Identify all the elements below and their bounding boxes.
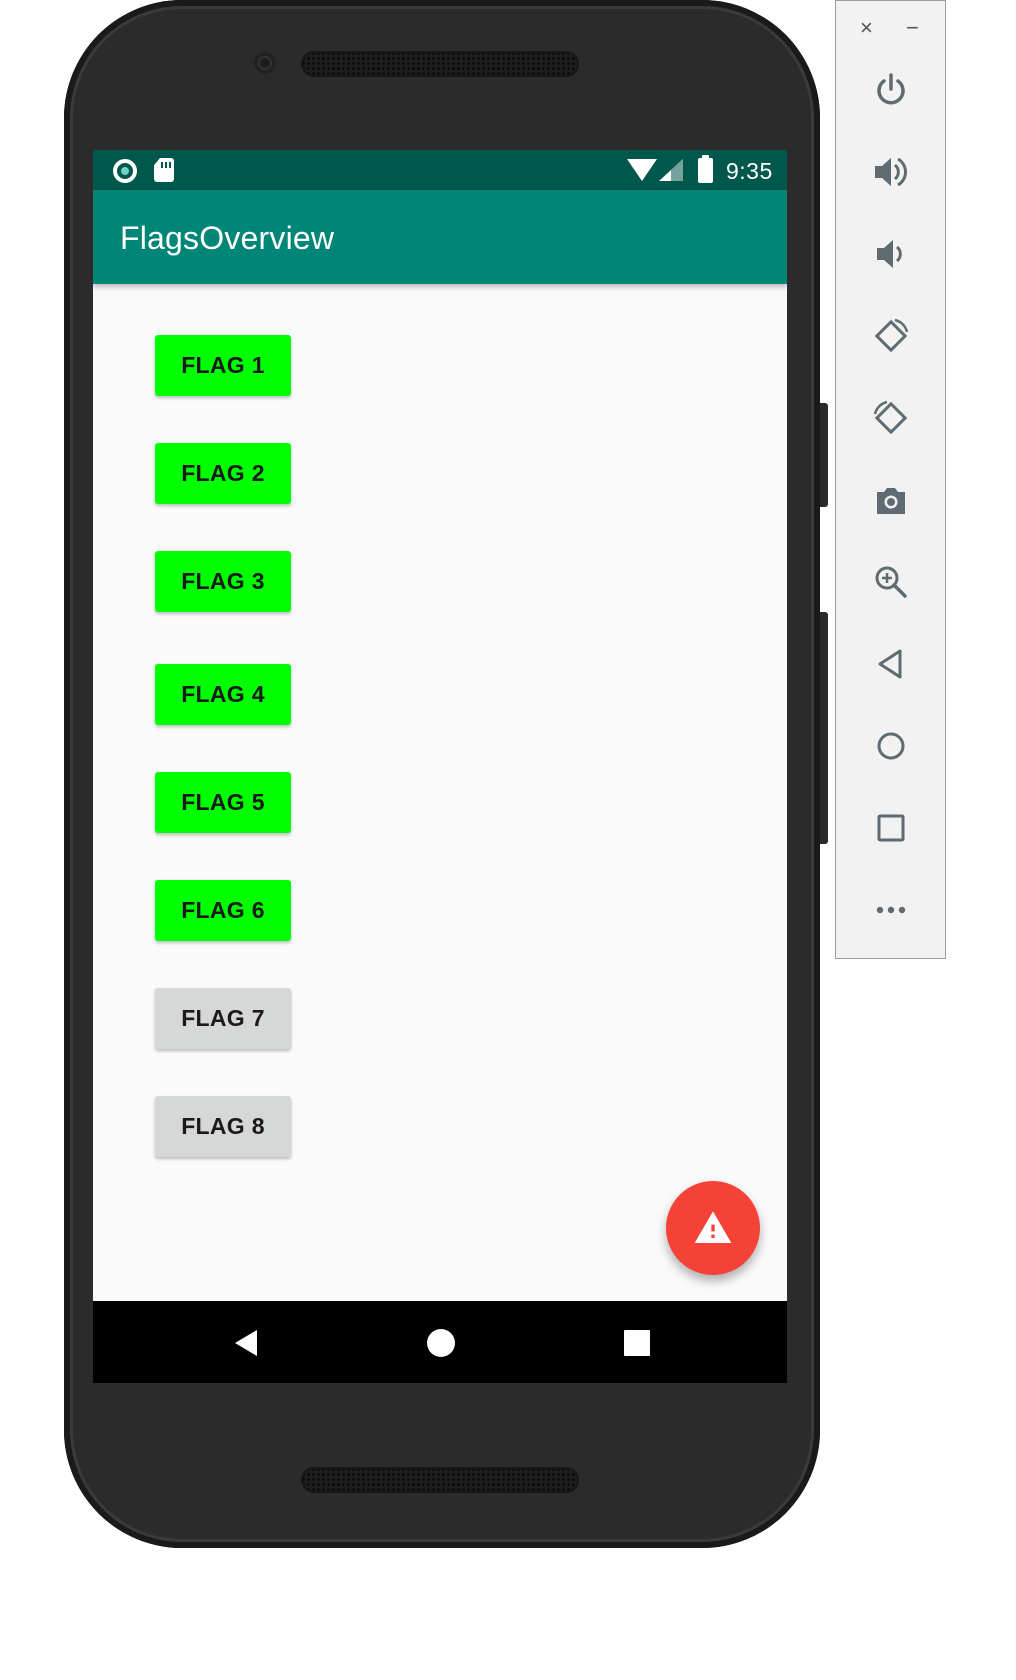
home-icon [427,1329,455,1357]
camera-icon [877,488,905,514]
screenshot-button[interactable] [864,473,918,527]
flag-3-button[interactable]: FLAG 3 [155,551,291,612]
flag-4-button[interactable]: FLAG 4 [155,664,291,725]
more-icon [876,906,906,914]
bottom-speaker [301,1467,579,1493]
emulator-back-button[interactable] [864,637,918,691]
app-bar: FlagsOverview [93,190,787,284]
zoom-icon [875,566,907,598]
warning-icon [694,1211,732,1243]
flag-6-button[interactable]: FLAG 6 [155,880,291,941]
close-button[interactable]: × [860,15,873,41]
flag-8-button[interactable]: FLAG 8 [155,1096,291,1157]
volume-down-button[interactable] [864,227,918,281]
volume-up-icon [875,157,908,187]
overview-icon [877,814,905,842]
more-button[interactable] [864,883,918,937]
emulator-toolbar: × − [835,0,946,959]
cell-signal-icon [659,159,683,181]
nav-home-button[interactable] [400,1301,480,1383]
nav-recents-button[interactable] [596,1301,676,1383]
power-icon [877,73,905,105]
rotate-right-button[interactable] [864,391,918,445]
page-title: FlagsOverview [120,220,335,256]
warning-fab-button[interactable] [666,1181,760,1275]
volume-down-icon [877,240,902,268]
back-icon [878,649,902,679]
device-screen: 9:35 FlagsOverview FLAG 1 FLAG 2 FLAG 3 … [93,150,787,1383]
emulator-overview-button[interactable] [864,801,918,855]
flag-7-button[interactable]: FLAG 7 [155,988,291,1049]
power-side-button[interactable] [820,403,828,507]
rotate-left-icon [874,318,909,353]
emulator-home-button[interactable] [864,719,918,773]
back-icon [235,1330,257,1356]
power-button[interactable] [864,63,918,117]
battery-icon [698,155,713,183]
rotate-left-button[interactable] [864,309,918,363]
flag-5-button[interactable]: FLAG 5 [155,772,291,833]
recents-icon [624,1330,650,1356]
minimize-button[interactable]: − [906,15,919,41]
zoom-button[interactable] [864,555,918,609]
status-time: 9:35 [726,158,773,184]
flag-2-button[interactable]: FLAG 2 [155,443,291,504]
home-icon [877,732,905,760]
sd-card-icon [154,158,174,182]
front-camera [254,52,276,74]
rotate-right-icon [873,400,908,435]
status-bar: 9:35 [93,150,787,190]
volume-up-button[interactable] [864,145,918,199]
top-speaker [301,51,579,77]
flag-1-button[interactable]: FLAG 1 [155,335,291,396]
nav-back-button[interactable] [205,1301,285,1383]
sync-icon [113,159,137,183]
wifi-icon [627,159,657,181]
navigation-bar [93,1301,787,1383]
volume-side-button[interactable] [820,612,828,844]
